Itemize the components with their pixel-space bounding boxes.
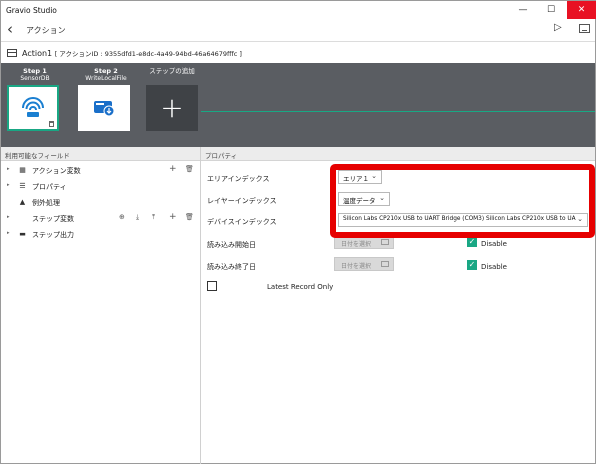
- action-icon: [7, 49, 17, 57]
- fields-tree: ▸ ▦ アクション変数 + 🗑 ▸ ☰ プロパティ ▲ 例外処理 ▸ ステップ変…: [1, 162, 200, 242]
- step-1[interactable]: Step 1 SensorDB: [7, 67, 63, 131]
- tree-item-label: プロパティ: [32, 183, 67, 191]
- device-index-label: デバイスインデックス: [207, 218, 277, 226]
- device-index-dropdown[interactable]: Silicon Labs CP210x USB to UART Bridge (…: [338, 213, 588, 227]
- expand-icon[interactable]: ▸: [7, 214, 10, 220]
- table-icon: ▦: [19, 166, 26, 174]
- tree-item-label: ステップ変数: [32, 215, 74, 223]
- area-index-dropdown[interactable]: エリア１ ⌄: [338, 170, 382, 184]
- tree-item-step-output[interactable]: ▸ ▬ ステップ出力: [1, 226, 200, 242]
- read-end-disable-checkbox[interactable]: ✓: [467, 260, 477, 270]
- add-step-button[interactable]: +: [146, 85, 198, 131]
- warning-icon: ▲: [19, 198, 26, 206]
- steps-area: Step 1 SensorDB Step 2 WriteLocalFile ステ…: [1, 63, 595, 147]
- read-start-date-field: 日付を選択: [334, 235, 394, 249]
- maximize-button[interactable]: ☐: [538, 1, 564, 19]
- tree-item-label: アクション変数: [32, 167, 81, 175]
- action-label: Action1 [ アクションID : 9355dfd1-e8dc-4a49-9…: [22, 48, 242, 58]
- delete-icon[interactable]: 🗑: [185, 213, 194, 221]
- add-icon[interactable]: +: [169, 212, 177, 222]
- tree-item-step-variables[interactable]: ▸ ステップ変数 ⊕ ⤓ ⤒ + 🗑: [1, 210, 200, 226]
- read-start-disable-checkbox[interactable]: ✓: [467, 237, 477, 247]
- date-placeholder: 日付を選択: [341, 241, 372, 248]
- read-end-date-field: 日付を選択: [334, 257, 394, 271]
- layer-index-value: 温度データ: [343, 197, 376, 205]
- add-variable-icon[interactable]: ⊕: [119, 213, 125, 221]
- write-file-icon: [94, 101, 115, 117]
- chevron-down-icon: ⌄: [577, 215, 583, 223]
- screenshot-icon[interactable]: [579, 24, 590, 33]
- read-end-disable-label: Disable: [481, 263, 507, 271]
- step-2[interactable]: Step 2 WriteLocalFile: [78, 67, 134, 131]
- list-icon: ☰: [19, 182, 26, 190]
- delete-icon[interactable]: 🗑: [185, 165, 194, 173]
- tree-item-label: 例外処理: [32, 199, 60, 207]
- add-step-label: ステップの追加: [149, 67, 195, 75]
- tree-item-action-variables[interactable]: ▸ ▦ アクション変数 + 🗑: [1, 162, 200, 178]
- step-1-card[interactable]: [7, 85, 59, 131]
- step-2-card[interactable]: [78, 85, 130, 131]
- read-start-label: 読み込み開始日: [207, 241, 256, 249]
- action-info-bar: Action1 [ アクションID : 9355dfd1-e8dc-4a49-9…: [1, 41, 595, 63]
- action-name: Action1: [22, 49, 53, 58]
- tree-item-exception[interactable]: ▲ 例外処理: [1, 194, 200, 210]
- read-end-label: 読み込み終了日: [207, 263, 256, 271]
- latest-record-checkbox[interactable]: [207, 281, 217, 291]
- tree-item-label: ステップ出力: [32, 231, 74, 239]
- expand-icon[interactable]: ▸: [7, 230, 10, 236]
- expand-icon[interactable]: ▸: [7, 166, 10, 172]
- layer-index-dropdown[interactable]: 温度データ ⌄: [338, 192, 390, 206]
- close-button[interactable]: ✕: [567, 1, 596, 19]
- action-id: [ アクションID : 9355dfd1-e8dc-4a49-94bd-46a6…: [54, 50, 242, 58]
- page-title: アクション: [26, 26, 66, 35]
- step-1-title: Step 1: [23, 67, 47, 75]
- add-step[interactable]: ステップの追加 +: [143, 67, 201, 131]
- title-bar: Gravio Studio — ☐ ✕: [1, 1, 596, 19]
- sensor-db-icon: [22, 97, 44, 117]
- minimize-button[interactable]: —: [510, 1, 536, 19]
- back-icon[interactable]: ‹: [7, 21, 13, 37]
- add-icon[interactable]: +: [169, 164, 177, 174]
- calendar-icon: [381, 239, 389, 245]
- chevron-down-icon: ⌄: [379, 194, 385, 202]
- tree-item-properties[interactable]: ▸ ☰ プロパティ: [1, 178, 200, 194]
- date-placeholder: 日付を選択: [341, 263, 372, 270]
- step-1-subtitle: SensorDB: [20, 75, 50, 82]
- app-header: ‹ アクション ▷: [1, 19, 595, 41]
- app-window: Gravio Studio — ☐ ✕ ‹ アクション ▷ Action1 [ …: [0, 0, 596, 464]
- step-connector-line: [201, 111, 595, 112]
- window-title: Gravio Studio: [6, 6, 57, 15]
- area-index-value: エリア１: [343, 175, 369, 183]
- device-index-value: Silicon Labs CP210x USB to UART Bridge (…: [343, 216, 576, 222]
- expand-icon[interactable]: ▸: [7, 182, 10, 188]
- properties-header: プロパティ: [201, 147, 595, 161]
- chevron-down-icon: ⌄: [371, 172, 377, 180]
- latest-record-label: Latest Record Only: [267, 283, 334, 291]
- area-index-label: エリアインデックス: [207, 175, 270, 183]
- output-icon: ▬: [19, 230, 26, 238]
- calendar-icon: [381, 261, 389, 267]
- step-2-title: Step 2: [94, 67, 118, 75]
- panel-divider[interactable]: [200, 147, 201, 464]
- available-fields-header: 利用可能なフィールド: [1, 147, 201, 161]
- play-icon[interactable]: ▷: [554, 22, 562, 33]
- layer-index-label: レイヤーインデックス: [207, 197, 277, 205]
- import-icon[interactable]: ⤓: [136, 213, 139, 222]
- delete-step-icon[interactable]: [49, 121, 54, 127]
- export-icon[interactable]: ⤒: [152, 213, 155, 222]
- read-start-disable-label: Disable: [481, 240, 507, 248]
- step-2-subtitle: WriteLocalFile: [85, 75, 127, 82]
